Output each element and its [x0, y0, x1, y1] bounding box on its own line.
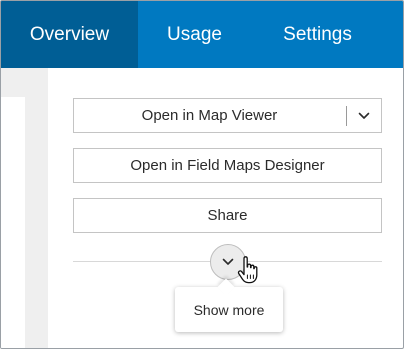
tooltip-label: Show more — [193, 301, 265, 318]
share-button[interactable]: Share — [73, 198, 382, 233]
open-field-maps-designer-button[interactable]: Open in Field Maps Designer — [73, 148, 382, 183]
tab-overview-label: Overview — [29, 23, 110, 45]
open-map-viewer-button[interactable]: Open in Map Viewer — [74, 99, 345, 132]
tooltip-arrow — [217, 278, 235, 296]
hand-pointer-icon — [237, 256, 259, 284]
tab-bar: Overview Usage Settings — [1, 1, 403, 68]
open-map-viewer-label: Open in Map Viewer — [141, 107, 278, 124]
left-content-card — [1, 97, 25, 348]
tab-overview[interactable]: Overview — [1, 1, 138, 68]
map-viewer-dropdown-button[interactable] — [347, 99, 381, 132]
chevron-down-icon — [222, 253, 234, 271]
item-details-panel: Overview Usage Settings Open in Map View… — [0, 0, 404, 349]
tab-usage-label: Usage — [167, 23, 222, 45]
chevron-down-icon — [358, 107, 370, 124]
tab-settings[interactable]: Settings — [251, 1, 384, 68]
open-map-viewer-split-button: Open in Map Viewer — [73, 98, 382, 133]
tab-usage[interactable]: Usage — [138, 1, 251, 68]
tab-settings-label: Settings — [283, 23, 352, 45]
show-more-tooltip: Show more — [175, 278, 283, 332]
share-label: Share — [207, 207, 248, 224]
open-field-maps-label: Open in Field Maps Designer — [130, 157, 325, 174]
